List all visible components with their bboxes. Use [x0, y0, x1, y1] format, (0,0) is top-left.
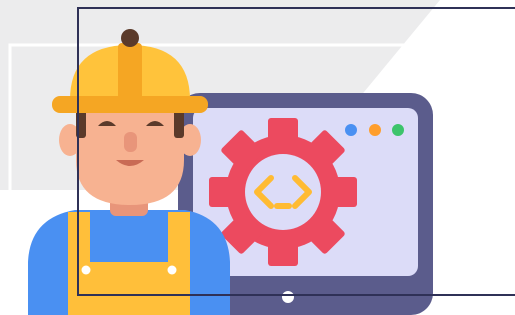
monitor-power-button [282, 291, 294, 303]
worker-nose [124, 132, 137, 152]
overalls-button-right [167, 265, 177, 275]
overalls-button-left [81, 265, 91, 275]
illustration-canvas [0, 0, 515, 315]
worker-head [76, 100, 184, 205]
window-dot-blue [345, 124, 357, 136]
window-dots-icon [345, 124, 404, 136]
gear-icon [209, 118, 357, 266]
window-dot-green [392, 124, 404, 136]
window-dot-orange [369, 124, 381, 136]
